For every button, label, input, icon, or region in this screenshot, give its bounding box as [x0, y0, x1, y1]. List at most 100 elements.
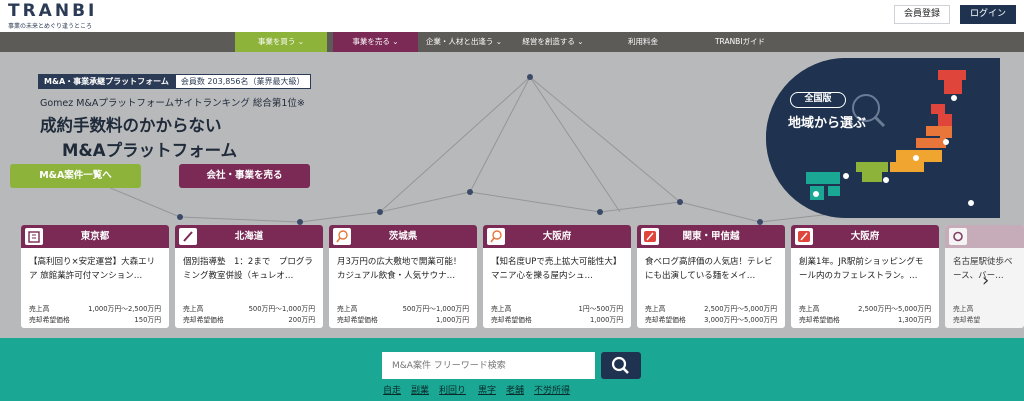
- carousel-next-icon[interactable]: ›: [982, 270, 989, 291]
- tennis-racket-icon: [487, 228, 505, 245]
- logo-tagline: 事業の未来とめぐり逢うところ: [8, 23, 93, 30]
- price-label: 売却希望価格: [183, 316, 224, 324]
- card-region-label: 関東・甲信越: [682, 231, 740, 242]
- keyword-link[interactable]: 副業: [411, 383, 429, 396]
- platform-label: M&A・事業承継プラットフォーム: [38, 74, 175, 89]
- card-region: [945, 225, 1024, 248]
- hero-section: M&A・事業承継プラットフォーム 会員数 203,856名（業界最大級） Gom…: [0, 52, 1024, 338]
- sales-value: 1円～500万円: [578, 305, 624, 313]
- chevron-down-icon: ⌄: [577, 37, 584, 46]
- chevron-down-icon: ⌄: [495, 37, 503, 46]
- login-button[interactable]: ログイン: [960, 5, 1016, 24]
- sales-label: 売上高: [645, 305, 666, 313]
- sales-label: 売上高: [491, 305, 512, 313]
- card-region-label: 東京都: [80, 231, 110, 242]
- search-button[interactable]: [601, 352, 641, 379]
- search-icon: [611, 356, 629, 374]
- restaurant-icon: [795, 228, 813, 245]
- card-region-label: 北海道: [234, 231, 264, 242]
- sales-value: 500万円～1,000万円: [248, 305, 315, 313]
- card-region: 関東・甲信越: [637, 225, 785, 248]
- price-value: 3,000万円～5,000万円: [704, 316, 777, 324]
- price-value: 1,300万円: [897, 316, 931, 324]
- card-title: 月3万円の広大敷地で開業可能！カジュアル飲食・人気サウナ…: [337, 257, 462, 281]
- nav-label: 事業を買う: [257, 37, 296, 46]
- price-label: 売却希望価格: [29, 316, 70, 324]
- deal-card[interactable]: 北海道 個別指導塾 1：2まで プログラミング教室併設（キュレオ… 売上高 500…: [175, 225, 323, 328]
- gear-icon: [949, 228, 967, 245]
- price-label: 売却希望価格: [645, 316, 686, 324]
- card-title: 創業1年。JR駅前ショッピングモール内のカフェレストラン。…: [799, 257, 924, 281]
- nav-label: 企業・人材と出逢う: [425, 37, 494, 46]
- map-title: 地域から選ぶ: [788, 116, 867, 131]
- sales-label: 売上高: [183, 305, 204, 313]
- register-button[interactable]: 会員登録: [894, 5, 950, 24]
- sales-label: 売上高: [29, 305, 50, 313]
- price-value: 150万円: [134, 316, 161, 324]
- sales-value: 500万円～1,000万円: [402, 305, 469, 313]
- tennis-racket-icon: [333, 228, 351, 245]
- search-input[interactable]: [382, 352, 595, 379]
- deal-card[interactable]: 東京都 【高利回り×安定運営】大森エリア 旅館業許可付マンション… 売上高 1,0…: [21, 225, 169, 328]
- keyword-link[interactable]: 黒字: [478, 383, 496, 396]
- card-region-label: 茨城県: [388, 231, 418, 242]
- sell-business-button[interactable]: 会社・事業を売る: [179, 164, 310, 188]
- nav-buy[interactable]: 事業を買う ⌄: [235, 32, 327, 52]
- price-label: 売却希望価格: [491, 316, 532, 324]
- logo-text: TRANBI: [8, 1, 98, 21]
- card-region: 大阪府: [483, 225, 631, 248]
- card-title: 個別指導塾 1：2まで プログラミング教室併設（キュレオ…: [183, 257, 313, 281]
- price-value: 200万円: [288, 316, 315, 324]
- deal-card[interactable]: 関東・甲信越 食べログ高評価の人気店！テレビにも出演している麺をメイ… 売上高 2…: [637, 225, 785, 328]
- ranking-text: Gomez M&Aプラットフォームサイトランキング 総合第1位※: [40, 98, 305, 109]
- hero-title-line2: M&Aプラットフォーム: [62, 141, 238, 160]
- nav-sell[interactable]: 事業を売る ⌄: [333, 32, 418, 52]
- card-region-label: 大阪府: [542, 231, 572, 242]
- restaurant-icon: [641, 228, 659, 245]
- price-label: 売却希望価格: [337, 316, 378, 324]
- deal-list-button[interactable]: M&A案件一覧へ: [10, 164, 141, 188]
- deal-card[interactable]: 大阪府 【知名度UPで売上拡大可能性大】マニア心を擽る屋内シュ… 売上高 1円～5…: [483, 225, 631, 328]
- nav-pricing[interactable]: 利用料金: [600, 32, 686, 52]
- keyword-link[interactable]: 不労所得: [534, 383, 570, 396]
- sales-label: 売上高: [799, 305, 820, 313]
- sales-value: 2,500万円～5,000万円: [704, 305, 777, 313]
- building-icon: [25, 228, 43, 245]
- platform-tag: M&A・事業承継プラットフォーム 会員数 203,856名（業界最大級）: [38, 74, 311, 89]
- card-title: 食べログ高評価の人気店！テレビにも出演している麺をメイ…: [645, 257, 773, 281]
- deal-card[interactable]: 大阪府 創業1年。JR駅前ショッピングモール内のカフェレストラン。… 売上高 2,…: [791, 225, 939, 328]
- card-region: 茨城県: [329, 225, 477, 248]
- keyword-link[interactable]: 利回り: [439, 383, 466, 396]
- price-value: 1,000万円: [435, 316, 469, 324]
- site-header: TRANBI 事業の未来とめぐり逢うところ 会員登録 ログイン: [0, 0, 1024, 32]
- price-value: 1,000万円: [589, 316, 623, 324]
- deal-card[interactable]: 茨城県 月3万円の広大敷地で開業可能！カジュアル飲食・人気サウナ… 売上高 500…: [329, 225, 477, 328]
- nav-guide[interactable]: TRANBIガイド: [690, 32, 790, 52]
- card-region: 大阪府: [791, 225, 939, 248]
- chevron-down-icon: ⌄: [297, 37, 305, 46]
- chevron-down-icon: ⌄: [392, 37, 399, 46]
- region-map-panel[interactable]: [766, 58, 1000, 218]
- sales-label: 売上高: [337, 305, 358, 313]
- search-section: 自走 副業 利回り 黒字 老舗 不労所得: [0, 338, 1024, 401]
- price-label: 売却希望: [953, 316, 981, 324]
- nav-meet[interactable]: 企業・人材と出逢う ⌄: [420, 32, 508, 52]
- nav-create[interactable]: 経営を創造する ⌄: [510, 32, 596, 52]
- japan-map-icon: [766, 58, 1000, 218]
- sales-value: 2,500万円～5,000万円: [858, 305, 931, 313]
- tranbi-logo[interactable]: TRANBI 事業の未来とめぐり逢うところ: [8, 1, 98, 31]
- card-region-label: 大阪府: [850, 231, 880, 242]
- card-title: 【知名度UPで売上拡大可能性大】マニア心を擽る屋内シュ…: [491, 257, 622, 281]
- nav-label: 事業を売る: [352, 37, 390, 46]
- card-region: 東京都: [21, 225, 169, 248]
- hero-title-line1: 成約手数料のかからない: [40, 116, 222, 135]
- keyword-link[interactable]: 老舗: [506, 383, 524, 396]
- card-region: 北海道: [175, 225, 323, 248]
- card-title: 【高利回り×安定運営】大森エリア 旅館業許可付マンション…: [29, 257, 156, 281]
- keyword-link[interactable]: 自走: [383, 383, 401, 396]
- nationwide-badge: 全国版: [790, 92, 846, 108]
- sales-value: 1,000万円～2,500万円: [88, 305, 161, 313]
- main-nav: 事業を買う ⌄ 事業を売る ⌄ 企業・人材と出逢う ⌄ 経営を創造する ⌄ 利用…: [0, 32, 1024, 52]
- member-count: 会員数 203,856名（業界最大級）: [174, 74, 311, 89]
- nav-label: 経営を創造する: [522, 37, 575, 46]
